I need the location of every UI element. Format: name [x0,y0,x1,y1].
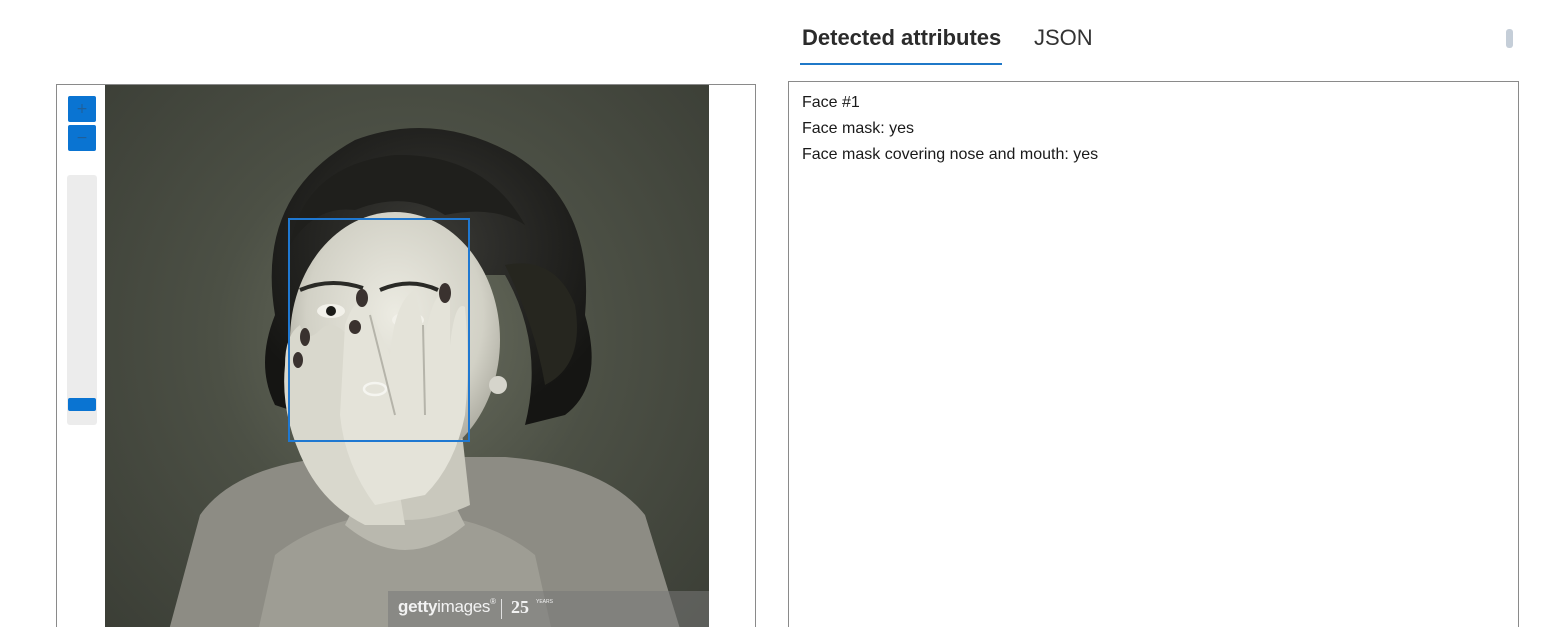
face-bounding-box[interactable] [288,218,470,442]
zoom-in-button[interactable]: + [68,96,96,122]
tab-json[interactable]: JSON [1034,24,1093,52]
zoom-slider-track[interactable] [67,175,97,425]
watermark-anniversary: 25 [511,597,529,617]
tab-detected-attributes[interactable]: Detected attributes [802,24,1001,52]
getty-watermark: gettyimages® 25 YEARS [388,591,709,627]
zoom-out-button[interactable]: − [68,125,96,151]
image-viewer: + − gettyimages® 25 YEARS [56,84,756,627]
face-mask-result: Face mask: yes [802,120,915,137]
page: Detected attributes JSON + − gettyimages… [0,0,1557,627]
zoom-slider-thumb[interactable] [68,398,96,411]
watermark-years: YEARS [536,599,553,605]
detected-attributes-panel: Face #1 Face mask: yes Face mask coverin… [788,81,1519,627]
face-heading: Face #1 [802,94,860,111]
watermark-logo: gettyimages® [398,597,496,616]
watermark-divider [501,599,502,619]
scrollbar-thumb[interactable] [1506,29,1513,48]
mask-covering-result: Face mask covering nose and mouth: yes [802,146,1099,163]
active-tab-indicator [800,63,1002,65]
